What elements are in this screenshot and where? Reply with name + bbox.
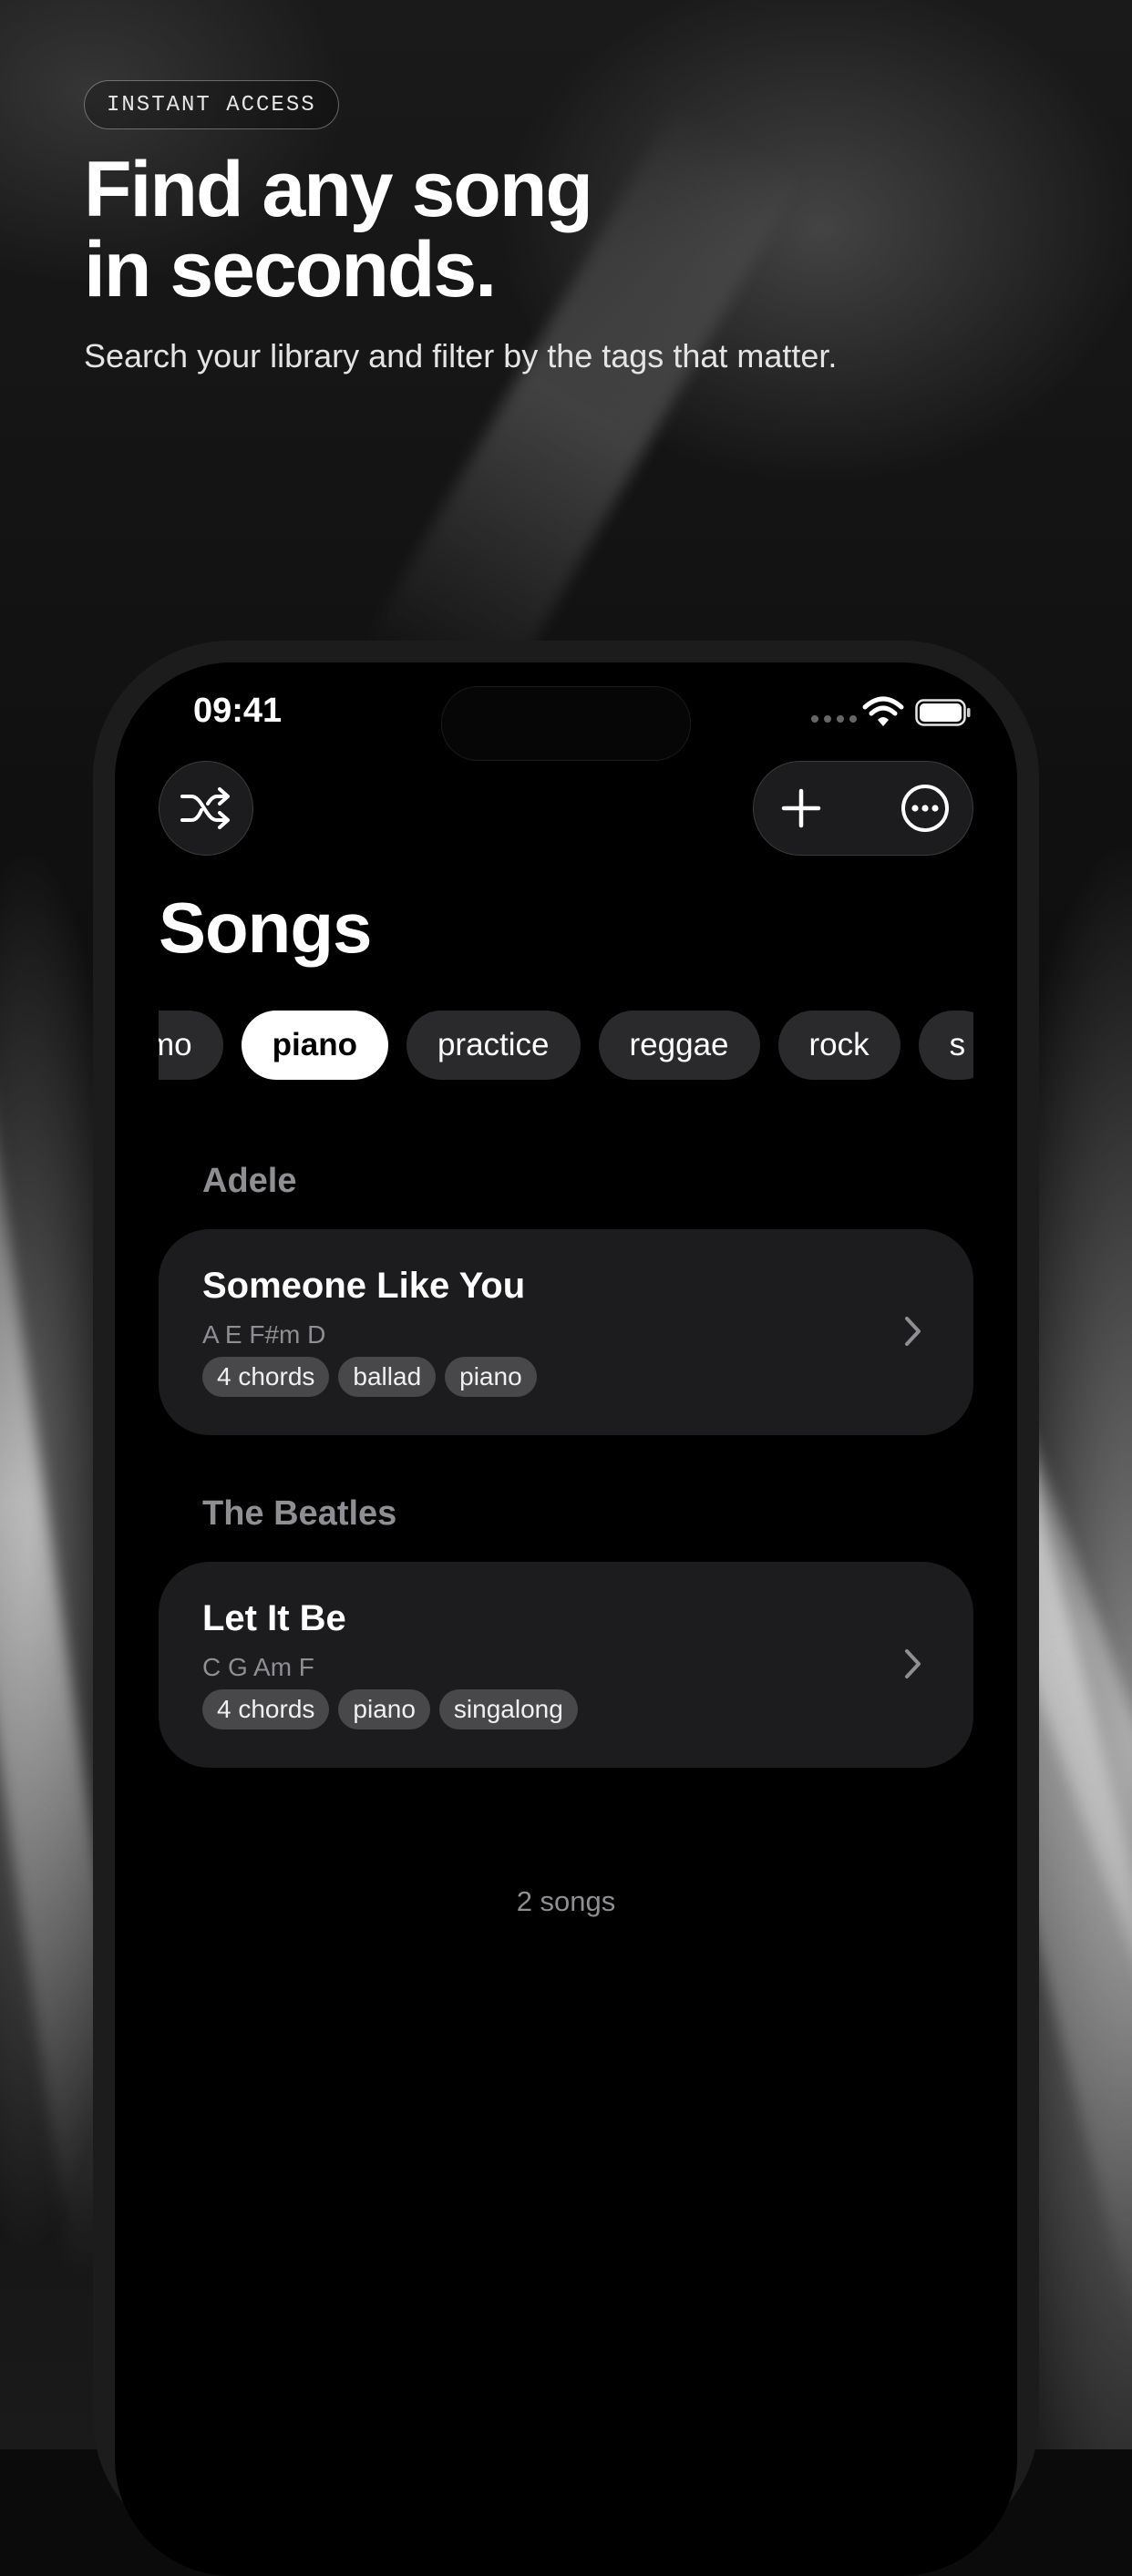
song-tag: singalong	[438, 1689, 578, 1729]
song-tags: 4 chords piano singalong	[202, 1689, 578, 1729]
plus-icon	[781, 788, 821, 827]
status-time: 09:41	[193, 692, 283, 730]
page-title: Songs	[159, 888, 372, 968]
filter-chip-row: mo piano practice reggae rock s	[159, 1011, 973, 1080]
chevron-right-icon	[905, 1317, 921, 1346]
song-tag: piano	[445, 1357, 537, 1397]
song-chords: C G Am F	[202, 1653, 314, 1681]
section-header-artist: Adele	[202, 1162, 297, 1200]
promo-badge: INSTANT ACCESS	[84, 80, 339, 129]
promo-headline: Find any song in seconds.	[84, 149, 904, 310]
shuffle-icon	[180, 787, 230, 829]
song-tags: 4 chords ballad piano	[202, 1357, 537, 1397]
song-title: Someone Like You	[202, 1266, 526, 1306]
song-tag: 4 chords	[202, 1357, 330, 1397]
song-title: Let It Be	[202, 1598, 346, 1638]
filter-chip[interactable]: mo	[159, 1011, 223, 1080]
filter-chip-selected[interactable]: piano	[241, 1011, 388, 1080]
ellipsis-circle-icon	[901, 784, 949, 832]
wifi-icon	[862, 696, 904, 726]
filter-chip[interactable]: rock	[777, 1011, 900, 1080]
add-song-button[interactable]	[754, 762, 849, 854]
song-tag: piano	[338, 1689, 430, 1729]
battery-icon	[915, 699, 971, 726]
promo-headline-line-2: in seconds.	[84, 226, 497, 313]
shuffle-button[interactable]	[159, 761, 253, 856]
song-row[interactable]: Let It Be C G Am F 4 chords piano singal…	[159, 1562, 973, 1768]
song-tag: 4 chords	[202, 1689, 330, 1729]
song-row[interactable]: Someone Like You A E F#m D 4 chords ball…	[159, 1229, 973, 1435]
toolbar-button-group	[753, 761, 973, 856]
filter-chip[interactable]: s	[918, 1011, 973, 1080]
filter-chip[interactable]: practice	[406, 1011, 581, 1080]
song-chords: A E F#m D	[202, 1320, 326, 1349]
more-options-button[interactable]	[878, 762, 972, 854]
filter-chip[interactable]: reggae	[598, 1011, 760, 1080]
phone-screen: 09:41 Songs mo piano practice reggae roc…	[115, 662, 1017, 2576]
song-tag: ballad	[338, 1357, 437, 1397]
promo-headline-line-1: Find any song	[84, 146, 593, 233]
filter-chip-bar[interactable]: mo piano practice reggae rock s	[159, 1011, 973, 1080]
dynamic-island	[441, 686, 691, 761]
chevron-right-icon	[905, 1649, 921, 1678]
cellular-signal-icon	[811, 715, 857, 723]
section-header-artist: The Beatles	[202, 1494, 397, 1533]
song-count: 2 songs	[516, 1885, 616, 1917]
promo-subheadline: Search your library and filter by the ta…	[84, 337, 838, 375]
